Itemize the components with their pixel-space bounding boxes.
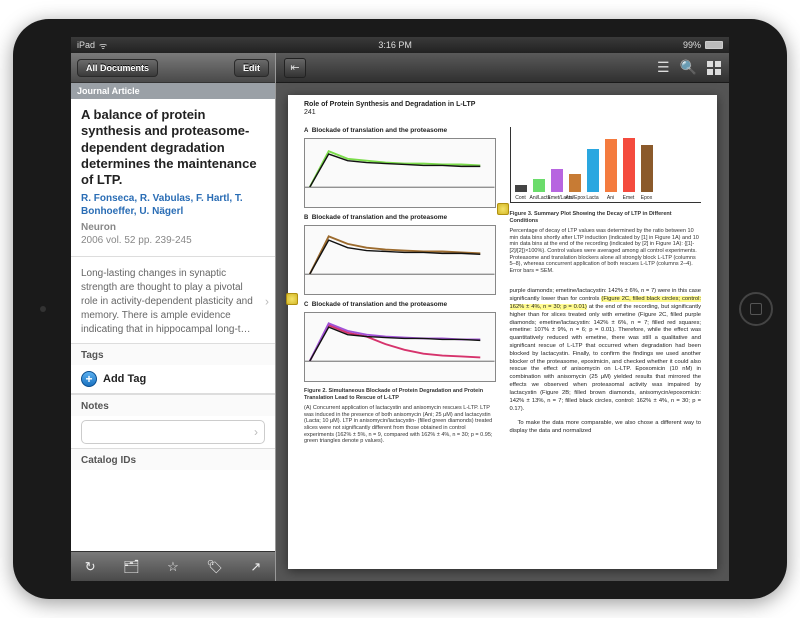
notes-header: Notes (71, 394, 275, 416)
bar-anilacta (533, 179, 545, 192)
bar-epox (641, 145, 653, 192)
ipad-frame: iPad ᯤ 3:16 PM 99% All Documents Edit Jo… (13, 19, 787, 599)
catalog-header: Catalog IDs (71, 448, 275, 470)
article-title: A balance of protein synthesis and prote… (71, 99, 275, 192)
article-authors[interactable]: R. Fonseca, R. Vabulas, F. Hartl, T. Bon… (71, 192, 275, 222)
document-viewport[interactable]: Role of Protein Synthesis and Degradatio… (276, 83, 729, 581)
figure-3-barchart: ContAni/LactaEmet/LactaAni/EpoxLactaAniE… (510, 127, 702, 203)
chevron-right-icon: › (265, 294, 269, 311)
edit-button[interactable]: Edit (234, 59, 269, 77)
category-tag: Journal Article (71, 83, 275, 99)
battery-label: 99% (683, 40, 701, 50)
left-column: A Blockade of translation and the protea… (304, 127, 496, 555)
home-button[interactable] (739, 292, 773, 326)
tags-header: Tags (71, 343, 275, 365)
search-icon[interactable]: 🔍 (680, 59, 697, 76)
refresh-icon[interactable]: ↻ (85, 559, 96, 575)
star-icon[interactable]: ☆ (167, 559, 179, 575)
grid-icon[interactable] (707, 61, 721, 75)
list-icon[interactable]: ☰ (657, 59, 670, 76)
bar-cont (515, 185, 527, 192)
journal-name: Neuron (71, 222, 275, 235)
figure-2a (304, 138, 496, 208)
tag-icon[interactable]: 🏷 (206, 559, 223, 575)
bar-ani (605, 139, 617, 192)
pdf-page: Role of Protein Synthesis and Degradatio… (288, 95, 717, 569)
folder-icon[interactable]: 🗂 (123, 559, 140, 575)
status-bar: iPad ᯤ 3:16 PM 99% (71, 37, 729, 53)
bar-lacta (587, 149, 599, 192)
annotation-badge[interactable] (286, 293, 298, 305)
sidebar-footer: ↻ 🗂 ☆ 🏷 ↗ (71, 551, 275, 581)
back-button[interactable]: ⇤ (284, 58, 306, 78)
chevron-right-icon: › (254, 425, 258, 439)
running-head: Role of Protein Synthesis and Degradatio… (304, 101, 475, 108)
body-text: purple diamonds; emetine/lactacystin: 14… (510, 288, 702, 413)
notes-row[interactable]: › (81, 420, 265, 444)
figure-2c (304, 312, 496, 382)
sidebar-toolbar: All Documents Edit (71, 53, 275, 83)
citation-meta: 2006 vol. 52 pp. 239-245 (71, 235, 275, 252)
bar-emetlacta (551, 169, 563, 192)
all-documents-button[interactable]: All Documents (77, 59, 158, 77)
figure-2b (304, 225, 496, 295)
plus-icon: + (81, 371, 97, 387)
page-number: 241 (304, 109, 316, 116)
screen: iPad ᯤ 3:16 PM 99% All Documents Edit Jo… (71, 37, 729, 581)
main-toolbar: ⇤ ☰ 🔍 (276, 53, 729, 83)
annotation-badge[interactable] (497, 203, 509, 215)
camera-dot (40, 306, 46, 312)
sidebar: All Documents Edit Journal Article A bal… (71, 53, 276, 581)
carrier-label: iPad (77, 40, 95, 50)
add-tag-button[interactable]: + Add Tag (71, 365, 275, 394)
abstract-preview[interactable]: Long-lasting changes in synaptic strengt… (71, 261, 275, 343)
share-icon[interactable]: ↗ (250, 559, 261, 575)
bar-emet (623, 138, 635, 192)
battery-icon (705, 41, 723, 49)
bar-aniepox (569, 174, 581, 192)
clock: 3:16 PM (378, 40, 412, 50)
right-column: ContAni/LactaEmet/LactaAni/EpoxLactaAniE… (510, 127, 702, 555)
wifi-icon: ᯤ (99, 39, 107, 52)
main-pane: ⇤ ☰ 🔍 Role of Protein Synthesis and Degr… (276, 53, 729, 581)
